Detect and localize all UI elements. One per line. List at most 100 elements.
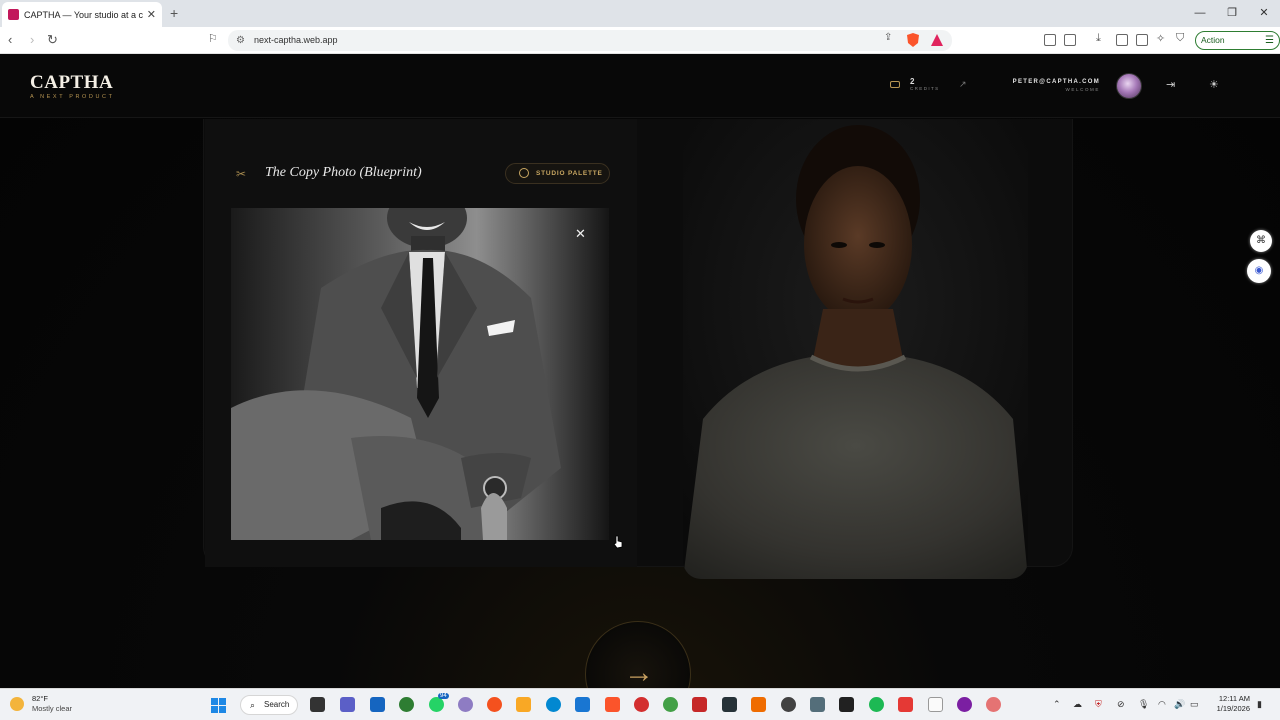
vpn-icon[interactable]: ⛉: [1176, 32, 1184, 45]
file-explorer-icon[interactable]: [516, 697, 531, 712]
app-icon-9[interactable]: [898, 697, 913, 712]
captha-logo[interactable]: CAPTHA: [30, 72, 113, 94]
taskbar-search[interactable]: ⌕ Search: [240, 695, 298, 715]
next-button[interactable]: →: [585, 621, 691, 688]
bookmark-icon[interactable]: ⚐: [208, 32, 218, 45]
wifi-icon[interactable]: ◠: [1158, 699, 1166, 710]
task-view-icon[interactable]: [310, 697, 325, 712]
weather-condition: Mostly clear: [32, 704, 73, 713]
app-icon-6[interactable]: [781, 697, 796, 712]
system-clock[interactable]: 12:11 AM 1/19/2026: [1210, 694, 1250, 714]
vscode-icon[interactable]: [575, 697, 590, 712]
opera-icon[interactable]: [634, 697, 649, 712]
url-field[interactable]: ⚙ next-captha.web.app: [228, 30, 952, 51]
new-tab-icon[interactable]: +: [170, 5, 178, 21]
credits-count: 2: [910, 77, 915, 86]
tab-manager-icon[interactable]: [1064, 34, 1076, 46]
sun-icon[interactable]: ☀: [1209, 78, 1219, 91]
grid-widget-icon[interactable]: ⌘: [1250, 230, 1272, 252]
user-email: PETER@CAPTHA.COM: [1012, 79, 1100, 85]
chrome-icon[interactable]: [663, 697, 678, 712]
reload-icon[interactable]: ↻: [47, 32, 58, 48]
store-icon[interactable]: [370, 697, 385, 712]
brave-shield-icon[interactable]: [906, 32, 920, 48]
close-icon[interactable]: ✕: [575, 226, 586, 242]
app-icon-10[interactable]: [957, 697, 972, 712]
minimize-icon[interactable]: —: [1184, 0, 1216, 27]
browser-tab[interactable]: CAPTHA — Your studio at a click ✕: [2, 2, 162, 27]
window-close-icon[interactable]: ✕: [1248, 0, 1280, 27]
assistant-widget-icon[interactable]: ◉: [1247, 259, 1271, 283]
app-icon-4[interactable]: [692, 697, 707, 712]
teams-icon[interactable]: [340, 697, 355, 712]
download-icon[interactable]: ⤓: [1096, 32, 1101, 45]
app-icon-2[interactable]: [458, 697, 473, 712]
scissors-icon: ✂: [236, 167, 247, 181]
suited-man-illustration: [231, 208, 609, 540]
onedrive-icon[interactable]: ☁: [1073, 699, 1082, 710]
external-link-icon[interactable]: ↗: [959, 79, 967, 90]
hand-cursor-icon: [613, 535, 623, 549]
app-icon-11[interactable]: [986, 697, 1001, 712]
captha-app: CAPTHA A NEXT PRODUCT 2 CREDITS ↗ PETER@…: [0, 54, 1280, 688]
clock-date: 1/19/2026: [1216, 704, 1250, 713]
captha-favicon-icon: [8, 9, 19, 20]
forward-icon[interactable]: ›: [30, 32, 34, 47]
windows-start-icon[interactable]: [211, 698, 226, 713]
tab-title: CAPTHA — Your studio at a click: [24, 9, 143, 20]
edge-icon[interactable]: [546, 697, 561, 712]
logout-icon[interactable]: ⇥: [1166, 78, 1175, 91]
vlc-icon[interactable]: [751, 697, 766, 712]
menu-icon: ☰: [1265, 35, 1274, 46]
search-icon: ⌕: [250, 700, 256, 710]
weather-moon-icon: [10, 697, 24, 711]
brave-icon[interactable]: [605, 697, 620, 712]
sidebar-icon[interactable]: [1116, 34, 1128, 46]
microphone-icon[interactable]: 🎙: [1138, 699, 1149, 710]
studio-palette-button[interactable]: STUDIO PALETTE: [505, 163, 610, 184]
action-required-button[interactable]: Action required ☰: [1195, 31, 1280, 62]
security-icon[interactable]: ⛨: [1095, 699, 1102, 710]
whatsapp-icon[interactable]: [429, 697, 444, 712]
credits-label: CREDITS: [910, 86, 940, 91]
blueprint-photo[interactable]: [231, 208, 609, 540]
volume-icon[interactable]: 🔊: [1174, 699, 1185, 710]
young-man-illustration: [683, 119, 1028, 579]
browser-tabbar: CAPTHA — Your studio at a click ✕ + — ❐ …: [0, 0, 1280, 27]
app-icon-8[interactable]: [839, 697, 854, 712]
app-icon-3[interactable]: [487, 697, 502, 712]
network-off-icon[interactable]: ⊘: [1117, 699, 1125, 710]
palette-icon: [519, 168, 529, 178]
address-bar-row: ‹ › ↻ ⚐ ⚙ next-captha.web.app ⇪ ⤓ ✧ ⛉ Ac…: [0, 27, 1280, 62]
wallet-icon[interactable]: [1136, 34, 1148, 46]
site-settings-icon[interactable]: ⚙: [236, 30, 245, 51]
leo-ai-icon[interactable]: ✧: [1156, 32, 1165, 45]
brave-rewards-icon[interactable]: [930, 32, 944, 48]
extensions-icon[interactable]: [1044, 34, 1056, 46]
spotify-icon[interactable]: [869, 697, 884, 712]
card-title: The Copy Photo (Blueprint): [265, 165, 422, 180]
credits-widget[interactable]: 2 CREDITS ↗: [888, 76, 972, 96]
share-icon[interactable]: ⇪: [884, 32, 892, 43]
subject-photo[interactable]: [683, 119, 1028, 579]
app-icon-7[interactable]: [810, 697, 825, 712]
url-text: next-captha.web.app: [254, 35, 338, 45]
user-greeting: WELCOME: [1065, 87, 1100, 92]
back-icon[interactable]: ‹: [8, 32, 12, 47]
app-header: CAPTHA A NEXT PRODUCT 2 CREDITS ↗ PETER@…: [0, 54, 1280, 118]
weather-temperature: 82°F: [32, 694, 48, 703]
search-label: Search: [264, 700, 290, 709]
avatar[interactable]: [1116, 73, 1142, 99]
tray-chevron-icon[interactable]: ⌃: [1053, 699, 1061, 710]
app-icon-1[interactable]: [399, 697, 414, 712]
window-controls: — ❐ ✕: [1184, 0, 1280, 27]
notifications-icon[interactable]: ▮: [1257, 699, 1262, 710]
studio-palette-label: STUDIO PALETTE: [536, 170, 603, 177]
restore-icon[interactable]: ❐: [1216, 0, 1248, 27]
logo-tagline: A NEXT PRODUCT: [30, 94, 115, 100]
whatsapp-badge: 94: [438, 693, 449, 699]
app-icon-5[interactable]: [722, 697, 737, 712]
battery-icon[interactable]: ▭: [1190, 699, 1199, 710]
notepad-icon[interactable]: [928, 697, 943, 712]
close-tab-icon[interactable]: ✕: [147, 8, 156, 21]
